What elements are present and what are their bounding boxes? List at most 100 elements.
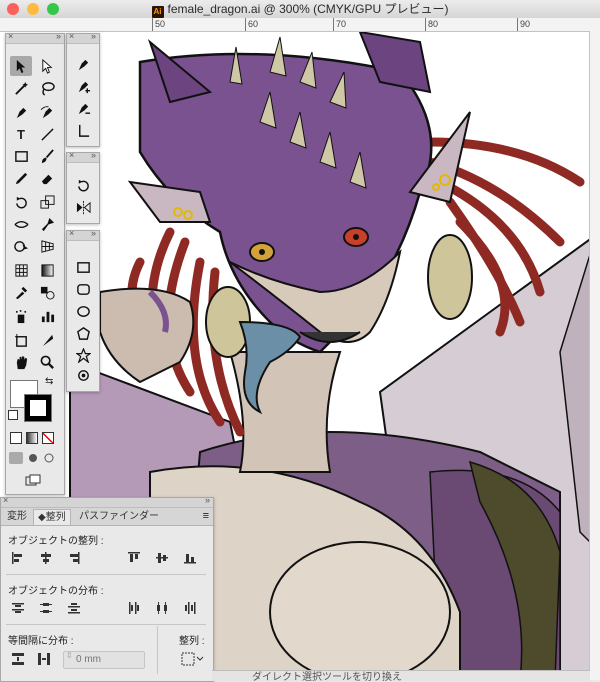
symbol-sprayer-tool[interactable] [10, 306, 32, 326]
line-tool[interactable] [36, 124, 58, 144]
close-icon[interactable]: × [69, 228, 74, 238]
rounded-rectangle-tool[interactable] [72, 279, 94, 299]
color-mode-button[interactable] [10, 432, 22, 444]
star-tool[interactable] [72, 345, 94, 365]
pencil-tool[interactable] [10, 168, 32, 188]
rectangle-tool[interactable] [10, 146, 32, 166]
horizontal-align-left-button[interactable] [9, 550, 27, 566]
collapse-icon[interactable]: » [205, 495, 210, 505]
vertical-align-bottom-button[interactable] [181, 550, 199, 566]
blend-tool[interactable] [36, 282, 58, 302]
direct-selection-tool[interactable] [36, 56, 58, 76]
reflect-tool[interactable] [72, 197, 94, 217]
ruler-tick: 70 [333, 18, 346, 31]
align-to-label: 整列 : [179, 636, 205, 647]
tab-align[interactable]: ◆整列 [33, 509, 71, 525]
window-title: Ai female_dragon.ai @ 300% (CMYK/GPU プレビュ… [151, 2, 449, 18]
close-icon[interactable]: × [8, 31, 13, 41]
collapse-icon[interactable]: » [56, 31, 61, 41]
ruler-tick: 50 [152, 18, 165, 31]
width-tool[interactable] [10, 214, 32, 234]
title-bar: Ai female_dragon.ai @ 300% (CMYK/GPU プレビュ… [0, 0, 600, 19]
ruler-tick: 90 [517, 18, 530, 31]
vertical-align-top-button[interactable] [125, 550, 143, 566]
add-anchor-point-tool[interactable] [72, 76, 94, 96]
hand-tool[interactable] [10, 352, 32, 372]
tab-pathfinder[interactable]: パスファインダー [75, 509, 163, 524]
vertical-distribute-space-button[interactable] [9, 651, 27, 667]
eraser-tool[interactable] [36, 168, 58, 188]
paintbrush-tool[interactable] [36, 146, 58, 166]
horizontal-distribute-center-button[interactable] [153, 600, 171, 616]
spacing-input[interactable] [76, 652, 140, 666]
ellipse-tool[interactable] [72, 301, 94, 321]
chest-curve [269, 541, 451, 680]
gradient-tool[interactable] [36, 260, 58, 280]
distribute-objects-label: オブジェクトの分布 : [8, 586, 104, 597]
vertical-distribute-bottom-button[interactable] [65, 600, 83, 616]
default-colors-icon[interactable] [8, 410, 18, 420]
rotate-tool[interactable] [10, 192, 32, 212]
draw-inside-icon[interactable] [43, 452, 55, 464]
close-icon[interactable]: × [69, 31, 74, 41]
stroke-swatch[interactable] [24, 394, 52, 422]
align-objects-label: オブジェクトの整列 : [8, 536, 104, 547]
vertical-distribute-center-button[interactable] [37, 600, 55, 616]
none-mode-button[interactable] [42, 432, 54, 444]
vertical-align-center-button[interactable] [153, 550, 171, 566]
pen-tools-flyout: ×» [66, 31, 100, 147]
selection-tool[interactable] [10, 56, 32, 76]
pen-tool[interactable] [10, 102, 32, 122]
shape-builder-tool[interactable] [10, 236, 32, 256]
slice-tool[interactable] [36, 330, 58, 350]
rectangle-tool[interactable] [72, 257, 94, 277]
ruler-tick: 60 [245, 18, 258, 31]
collapse-icon[interactable]: » [91, 150, 96, 160]
puppet-warp-tool[interactable] [36, 214, 58, 234]
rotate-tool[interactable] [72, 175, 94, 195]
horizontal-distribute-right-button[interactable] [181, 600, 199, 616]
horizontal-distribute-space-button[interactable] [35, 651, 53, 667]
status-bar: ダイレクト選択ツールを切り換え [212, 670, 590, 681]
magic-wand-tool[interactable] [10, 78, 32, 98]
vertical-distribute-top-button[interactable] [9, 600, 27, 616]
panel-tabs: 変形 ◆整列 パスファインダー ≡ [1, 508, 213, 526]
horizontal-align-right-button[interactable] [65, 550, 83, 566]
eyedropper-tool[interactable] [10, 282, 32, 302]
horizontal-ruler[interactable]: 50 60 70 80 90 [0, 18, 600, 32]
horizontal-align-center-button[interactable] [37, 550, 55, 566]
draw-behind-icon[interactable] [27, 452, 39, 464]
curvature-tool[interactable] [36, 102, 58, 122]
collapse-icon[interactable]: » [91, 31, 96, 41]
screen-mode-icon[interactable] [25, 474, 41, 486]
spacing-stepper[interactable]: ⇕ [63, 651, 145, 669]
pen-tool[interactable] [72, 54, 94, 74]
perspective-grid-tool[interactable] [36, 236, 58, 256]
anchor-point-tool[interactable] [72, 120, 94, 140]
type-tool[interactable]: T [10, 124, 32, 144]
mesh-tool[interactable] [10, 260, 32, 280]
zoom-tool[interactable] [36, 352, 58, 372]
tab-active-marker-icon: ◆ [38, 512, 46, 523]
scale-tool[interactable] [36, 192, 58, 212]
column-graph-tool[interactable] [36, 306, 58, 326]
align-to-dropdown[interactable] [181, 651, 205, 667]
close-icon[interactable]: × [3, 495, 8, 505]
panel-menu-icon[interactable]: ≡ [203, 510, 209, 522]
stepper-arrows-icon[interactable]: ⇕ [66, 651, 73, 660]
collapse-icon[interactable]: » [91, 228, 96, 238]
gradient-mode-button[interactable] [26, 432, 38, 444]
tab-transform[interactable]: 変形 [3, 509, 31, 524]
flare-tool[interactable] [72, 365, 94, 385]
draw-normal-icon[interactable] [9, 452, 23, 464]
lasso-tool[interactable] [36, 78, 58, 98]
horizontal-distribute-left-button[interactable] [125, 600, 143, 616]
artboard-tool[interactable] [10, 330, 32, 350]
shape-tools-flyout: ×» [66, 228, 100, 392]
tools-panel: × » T ⇆ [5, 31, 65, 495]
polygon-tool[interactable] [72, 323, 94, 343]
vertical-ruler[interactable] [589, 31, 600, 680]
delete-anchor-point-tool[interactable] [72, 98, 94, 118]
close-icon[interactable]: × [69, 150, 74, 160]
swap-fill-stroke-icon[interactable]: ⇆ [45, 376, 53, 387]
